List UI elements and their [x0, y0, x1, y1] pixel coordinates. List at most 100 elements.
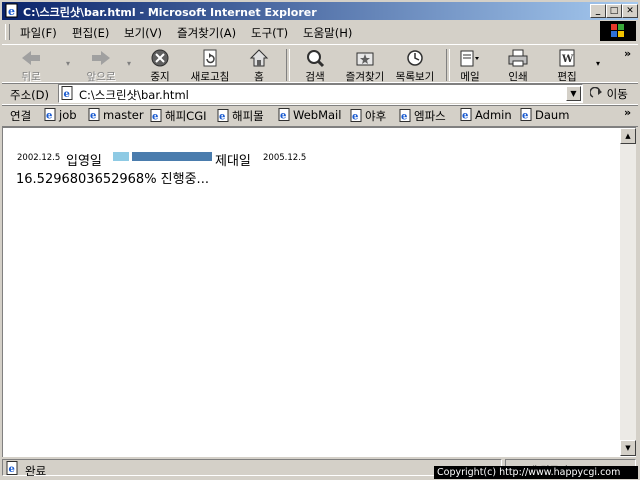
forward-dropdown-icon[interactable]: ▾ — [127, 59, 131, 68]
page-icon: e — [61, 86, 73, 100]
toolbar-separator — [286, 49, 290, 81]
go-arrow-icon — [589, 86, 602, 98]
standard-toolbar: 뒤로 ▾ 앞으로 ▾ 중지 새로고침 홈 검색 즐겨찾기 목록보기 메일 인쇄 … — [2, 44, 638, 84]
link-admin[interactable]: e Admin — [460, 108, 512, 122]
svg-text:e: e — [64, 89, 70, 100]
link-yahoo[interactable]: e 야후 — [350, 108, 386, 124]
ie-link-icon: e — [44, 108, 56, 122]
svg-text:e: e — [352, 112, 358, 123]
maximize-icon: □ — [609, 6, 619, 16]
progress-marker — [129, 152, 132, 161]
edit-word-icon: W — [559, 49, 575, 67]
ie-link-icon: e — [399, 109, 411, 123]
status-main-pane: e 완료 — [2, 459, 502, 478]
scroll-down-button[interactable]: ▼ — [620, 440, 636, 456]
ie-status-icon: e — [6, 461, 18, 475]
address-value: C:\스크린샷\bar.html — [79, 88, 189, 102]
link-daum[interactable]: e Daum — [520, 108, 569, 122]
link-webmail[interactable]: e WebMail — [278, 108, 341, 122]
title-bar[interactable]: e C:\스크린샷\bar.html - Microsoft Internet … — [2, 2, 638, 20]
menu-favorites[interactable]: 즐겨찾기(A) — [177, 25, 236, 41]
svg-text:e: e — [280, 111, 286, 122]
link-label: 해피몰 — [232, 109, 264, 123]
search-icon — [307, 50, 325, 68]
favorites-folder-icon — [356, 52, 374, 66]
back-dropdown-icon[interactable]: ▾ — [66, 59, 70, 68]
ie-link-icon: e — [88, 108, 100, 122]
svg-text:e: e — [90, 111, 96, 122]
windows-logo-icon — [600, 21, 636, 41]
forward-arrow-icon — [92, 51, 110, 65]
start-label: 입영일 — [66, 154, 102, 169]
end-date: 2005.12.5 — [263, 153, 307, 163]
refresh-icon — [203, 49, 217, 67]
chevron-down-icon: ▼ — [570, 89, 577, 98]
menu-file[interactable]: 파일(F) — [20, 25, 57, 41]
links-more-chevron[interactable]: » — [624, 106, 631, 119]
printer-icon — [508, 49, 528, 67]
svg-text:e: e — [401, 112, 407, 123]
ie-window: e C:\스크린샷\bar.html - Microsoft Internet … — [0, 0, 640, 480]
minimize-button[interactable]: _ — [590, 4, 606, 18]
svg-text:e: e — [152, 112, 158, 123]
menu-edit[interactable]: 편집(E) — [72, 25, 109, 41]
favorites-button[interactable]: 즐겨찾기 — [340, 47, 390, 83]
minimize-icon: _ — [595, 6, 601, 16]
back-button[interactable]: 뒤로 — [10, 47, 52, 83]
edit-button[interactable]: W 편집 — [550, 47, 584, 83]
svg-text:e: e — [9, 464, 15, 475]
ie-link-icon: e — [150, 109, 162, 123]
links-label: 연결 — [10, 109, 32, 123]
link-happycgi[interactable]: e 해피CGI — [150, 108, 207, 124]
toolbar-more-chevron[interactable]: » — [624, 47, 631, 60]
toolbar-separator — [446, 49, 450, 81]
stop-button[interactable]: 중지 — [142, 47, 178, 83]
link-master[interactable]: e master — [88, 108, 144, 122]
address-input[interactable]: e C:\스크린샷\bar.html ▼ — [58, 84, 583, 103]
refresh-button[interactable]: 새로고침 — [184, 47, 236, 83]
ie-page-icon: e — [5, 3, 18, 18]
link-label: 해피CGI — [165, 109, 207, 123]
link-empas[interactable]: e 엠파스 — [399, 108, 446, 124]
link-label: job — [59, 108, 77, 122]
menu-view[interactable]: 보기(V) — [124, 25, 162, 41]
svg-text:e: e — [219, 112, 225, 123]
ie-link-icon: e — [460, 108, 472, 121]
vertical-scrollbar[interactable]: ▲ ▼ — [620, 128, 636, 456]
status-text: 완료 — [25, 464, 47, 478]
mail-button[interactable]: 메일 — [452, 47, 488, 83]
history-button[interactable]: 목록보기 — [390, 47, 440, 83]
scroll-up-icon: ▲ — [625, 132, 631, 140]
print-button[interactable]: 인쇄 — [502, 47, 534, 83]
links-bar: 연결 e job e master e 해피CGI e 해피몰 e WebMail e 야후… — [2, 104, 638, 127]
scroll-up-button[interactable]: ▲ — [620, 128, 636, 144]
mail-icon — [460, 50, 479, 67]
menu-tools[interactable]: 도구(T) — [251, 25, 288, 41]
home-button[interactable]: 홈 — [244, 47, 274, 83]
ie-link-icon: e — [217, 109, 229, 123]
copyright-watermark: Copyright(c) http://www.happycgi.com — [434, 466, 638, 479]
menu-grip[interactable] — [5, 24, 10, 40]
progress-fill — [113, 152, 129, 161]
maximize-button[interactable]: □ — [606, 4, 622, 18]
ie-link-icon: e — [350, 109, 362, 123]
search-button[interactable]: 검색 — [298, 47, 332, 83]
link-job[interactable]: e job — [44, 108, 77, 122]
link-label: master — [103, 108, 144, 122]
forward-button[interactable]: 앞으로 — [78, 47, 124, 83]
go-label: 이동 — [606, 87, 628, 101]
svg-text:e: e — [46, 111, 52, 122]
go-button[interactable]: 이동 — [589, 86, 628, 102]
back-arrow-icon — [22, 51, 40, 65]
edit-dropdown-icon[interactable]: ▾ — [596, 59, 600, 68]
link-happymall[interactable]: e 해피몰 — [217, 108, 264, 124]
home-icon — [249, 49, 269, 67]
ie-link-icon: e — [520, 108, 532, 121]
close-button[interactable]: ✕ — [622, 4, 638, 18]
address-dropdown-button[interactable]: ▼ — [566, 86, 581, 101]
link-label: Daum — [535, 108, 570, 122]
start-date: 2002.12.5 — [17, 153, 61, 163]
link-label: Admin — [475, 108, 512, 122]
close-icon: ✕ — [626, 6, 634, 16]
menu-help[interactable]: 도움말(H) — [303, 25, 352, 41]
